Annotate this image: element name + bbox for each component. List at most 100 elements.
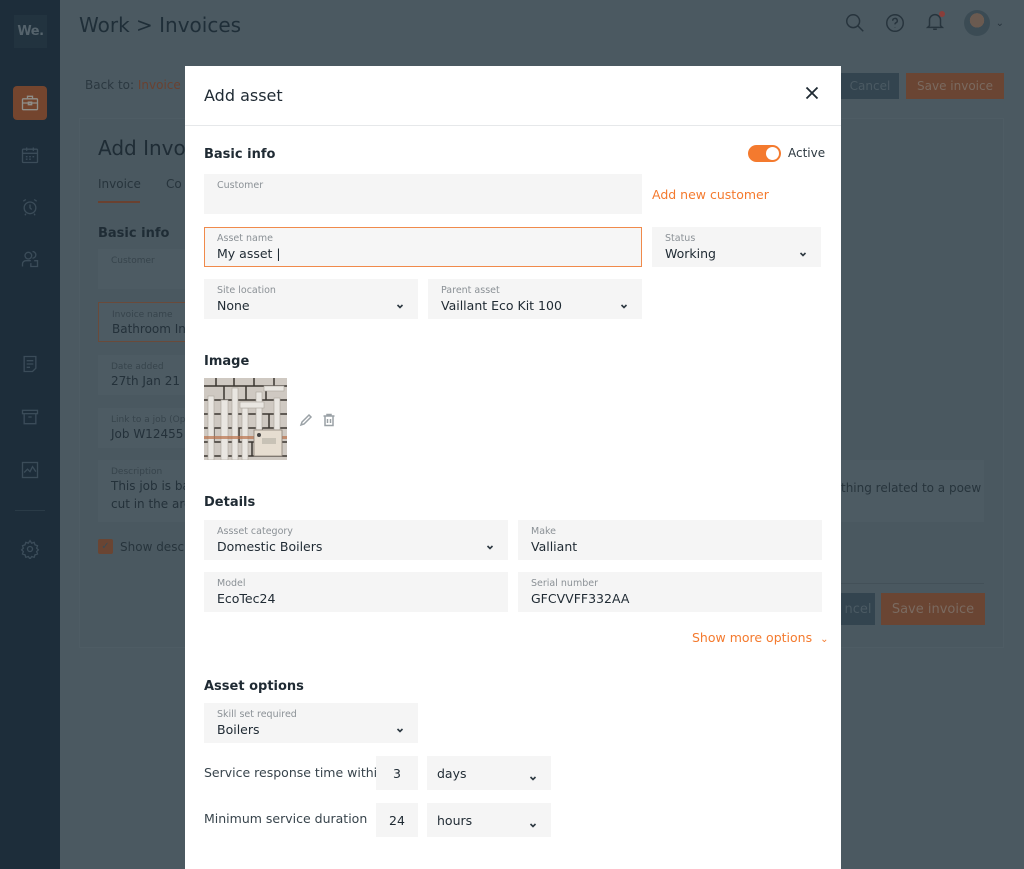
image-heading: Image xyxy=(204,354,250,369)
parent-asset-label: Parent asset xyxy=(441,285,500,296)
sidebar-item-users[interactable] xyxy=(13,242,47,276)
footer-save-invoice-button[interactable]: Save invoice xyxy=(881,593,985,625)
edit-image-button[interactable] xyxy=(298,412,314,428)
search-icon[interactable] xyxy=(844,12,866,34)
response-time-input[interactable]: 3 xyxy=(376,756,418,790)
chevron-down-icon: ⌄ xyxy=(820,634,829,645)
top-toolbar: ⌄ xyxy=(844,10,1004,36)
chevron-down-icon xyxy=(485,537,495,550)
chevron-down-icon xyxy=(528,815,538,828)
active-toggle[interactable] xyxy=(748,145,781,162)
serial-number-input[interactable]: Serial number GFCVVFF332AA xyxy=(518,572,822,612)
details-heading: Details xyxy=(204,495,256,510)
show-description-checkbox[interactable]: ✓ xyxy=(98,539,113,554)
chevron-down-icon xyxy=(619,296,629,309)
sidebar-item-settings[interactable] xyxy=(13,532,47,566)
sidebar-item-archive[interactable] xyxy=(13,400,47,434)
sidebar-item-reports[interactable] xyxy=(13,453,47,487)
add-asset-modal: Add asset Basic info Active Customer Add… xyxy=(185,66,841,869)
min-duration-input[interactable]: 24 xyxy=(376,803,418,837)
header-cancel-button[interactable]: Cancel xyxy=(841,73,899,99)
asset-image-thumbnail[interactable] xyxy=(204,378,287,460)
chevron-down-icon xyxy=(528,768,538,781)
page-title: Add Invoi xyxy=(98,136,192,160)
close-button[interactable] xyxy=(801,82,823,104)
response-time-unit-select[interactable]: days xyxy=(427,756,551,790)
response-time-label: Service response time within xyxy=(204,765,386,780)
trash-icon xyxy=(323,413,335,427)
archive-icon xyxy=(21,409,39,425)
field-label: Invoice name xyxy=(112,310,173,320)
customer-label: Customer xyxy=(217,180,264,191)
bg-job-link-field[interactable]: Link to a job (Op Job W12455 xyxy=(98,408,198,448)
field-label: Date added xyxy=(111,362,164,372)
site-location-value: None xyxy=(217,298,250,313)
cancel-label: ncel xyxy=(844,601,872,617)
app-logo[interactable]: We. xyxy=(14,15,47,48)
make-label: Make xyxy=(531,526,557,537)
help-icon[interactable] xyxy=(884,12,906,34)
min-duration-unit-select[interactable]: hours xyxy=(427,803,551,837)
asset-category-value: Domestic Boilers xyxy=(217,539,323,554)
status-select[interactable]: Status Working xyxy=(652,227,821,267)
tab-second[interactable]: Co xyxy=(166,177,182,191)
sidebar-item-documents[interactable] xyxy=(13,347,47,381)
notifications-button[interactable] xyxy=(924,10,946,36)
modal-header: Add asset xyxy=(185,66,841,126)
close-icon xyxy=(805,86,819,100)
active-toggle-label: Active xyxy=(788,146,826,160)
chevron-down-icon xyxy=(395,296,405,309)
section-title: Basic info xyxy=(98,226,170,241)
sidebar-item-work[interactable] xyxy=(13,86,47,120)
back-to-link[interactable]: Invoice l xyxy=(138,78,188,92)
field-value: This job is ba xyxy=(111,479,190,493)
parent-asset-value: Vaillant Eco Kit 100 xyxy=(441,298,562,313)
modal-title: Add asset xyxy=(204,86,283,105)
asset-category-select[interactable]: Assset category Domestic Boilers xyxy=(204,520,508,560)
calendar-icon xyxy=(21,147,39,164)
save-label: Save invoice xyxy=(891,601,975,617)
parent-asset-select[interactable]: Parent asset Vaillant Eco Kit 100 xyxy=(428,279,642,319)
avatar[interactable] xyxy=(963,10,990,36)
active-tab-indicator xyxy=(98,201,140,203)
chevron-down-icon xyxy=(798,244,808,257)
bg-customer-field[interactable]: Customer xyxy=(98,249,198,289)
pipes-photo xyxy=(204,378,287,460)
asset-name-value: My asset | xyxy=(217,246,281,261)
chart-icon xyxy=(21,461,39,479)
status-label: Status xyxy=(665,233,696,244)
show-more-options-label: Show more options xyxy=(692,630,813,645)
sidebar-item-reminders[interactable] xyxy=(13,190,47,224)
breadcrumb: Work > Invoices xyxy=(79,13,242,37)
sidebar-item-calendar[interactable] xyxy=(13,138,47,172)
field-value: Bathroom Ins xyxy=(112,322,193,336)
bg-description-field[interactable]: Description This job is ba cut in the ar… xyxy=(98,460,198,522)
customer-field[interactable]: Customer xyxy=(204,174,642,214)
header-save-invoice-button[interactable]: Save invoice xyxy=(906,73,1004,99)
site-location-select[interactable]: Site location None xyxy=(204,279,418,319)
tab-invoice[interactable]: Invoice xyxy=(98,177,141,191)
field-label: Link to a job (Op xyxy=(111,415,186,425)
asset-category-label: Assset category xyxy=(217,526,293,537)
description-tail-text: thing related to a poew xyxy=(841,481,982,495)
asset-name-label: Asset name xyxy=(217,233,273,244)
field-label: Description xyxy=(111,467,163,477)
asset-options-heading: Asset options xyxy=(204,679,304,694)
response-time-unit-value: days xyxy=(437,766,467,781)
alarm-clock-icon xyxy=(22,198,38,216)
footer-cancel-button[interactable]: ncel xyxy=(841,593,875,625)
add-new-customer-link[interactable]: Add new customer xyxy=(652,187,769,202)
field-label: Customer xyxy=(111,256,155,266)
back-to-label: Back to: xyxy=(85,78,135,92)
make-input[interactable]: Make Valliant xyxy=(518,520,822,560)
bg-invoice-name-field[interactable]: Invoice name Bathroom Ins xyxy=(98,302,198,342)
skill-set-select[interactable]: Skill set required Boilers xyxy=(204,703,418,743)
save-label: Save invoice xyxy=(917,79,993,93)
bg-date-added-field[interactable]: Date added 27th Jan 21 xyxy=(98,355,198,395)
model-input[interactable]: Model EcoTec24 xyxy=(204,572,508,612)
delete-image-button[interactable] xyxy=(321,412,337,428)
show-more-options-link[interactable]: Show more options ⌄ xyxy=(692,630,828,645)
chevron-down-icon[interactable]: ⌄ xyxy=(996,18,1004,29)
asset-name-input[interactable]: Asset name My asset | xyxy=(204,227,642,267)
cancel-label: Cancel xyxy=(849,79,891,93)
